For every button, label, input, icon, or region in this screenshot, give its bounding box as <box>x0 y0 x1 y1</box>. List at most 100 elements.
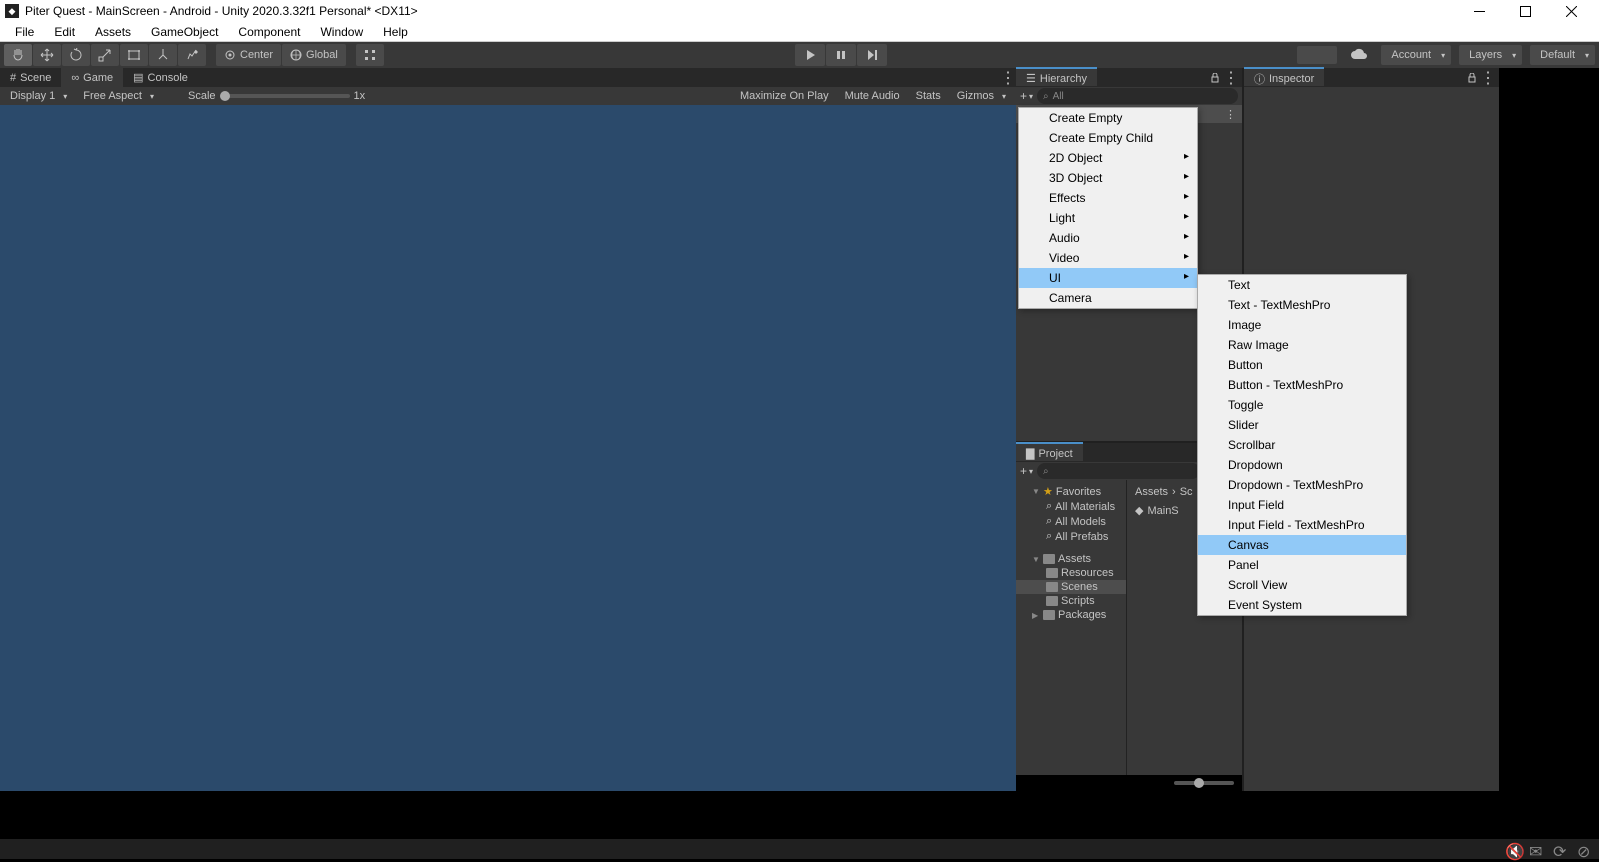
project-search-input[interactable]: ⌕ <box>1037 463 1200 479</box>
pause-button[interactable] <box>826 44 856 66</box>
ctx-item-event-system[interactable]: Event System <box>1198 595 1406 615</box>
ctx-item-2d-object[interactable]: 2D Object <box>1019 148 1197 168</box>
scene-menu-button[interactable]: ⋮ <box>1225 108 1236 121</box>
search-icon: ⌕ <box>1043 466 1049 477</box>
ctx-item-slider[interactable]: Slider <box>1198 415 1406 435</box>
ctx-item-scroll-view[interactable]: Scroll View <box>1198 575 1406 595</box>
scripts-item[interactable]: Scripts <box>1016 594 1126 608</box>
console-icon: ▤ <box>133 71 143 84</box>
menu-gameobject[interactable]: GameObject <box>141 23 228 41</box>
ctx-item-dropdown[interactable]: Dropdown <box>1198 455 1406 475</box>
ctx-item-create-empty[interactable]: Create Empty <box>1019 108 1197 128</box>
ctx-item-ui[interactable]: UI <box>1019 268 1197 288</box>
ctx-item-scrollbar[interactable]: Scrollbar <box>1198 435 1406 455</box>
pivot-center-button[interactable]: Center <box>216 44 281 66</box>
display-dropdown[interactable]: Display 1 <box>4 90 73 102</box>
resources-item[interactable]: Resources <box>1016 566 1126 580</box>
status-icon-3[interactable]: ⟳ <box>1553 842 1567 856</box>
folder-icon <box>1043 554 1055 564</box>
create-context-menu: Create EmptyCreate Empty Child2D Object3… <box>1018 107 1198 309</box>
menu-window[interactable]: Window <box>310 23 373 41</box>
hierarchy-tab[interactable]: ☰ Hierarchy <box>1016 67 1097 86</box>
menu-assets[interactable]: Assets <box>85 23 141 41</box>
hierarchy-add-button[interactable]: +▾ <box>1020 89 1033 103</box>
cloud-button[interactable] <box>1345 45 1373 65</box>
search-icon: ⌕ <box>1043 91 1049 102</box>
scenes-item[interactable]: Scenes <box>1016 580 1126 594</box>
ctx-item-panel[interactable]: Panel <box>1198 555 1406 575</box>
aspect-dropdown[interactable]: Free Aspect <box>77 90 160 102</box>
close-button[interactable] <box>1548 0 1594 22</box>
all-models-item[interactable]: ⌕All Models <box>1016 514 1126 529</box>
ctx-item-image[interactable]: Image <box>1198 315 1406 335</box>
step-button[interactable] <box>857 44 887 66</box>
ctx-item-canvas[interactable]: Canvas <box>1198 535 1406 555</box>
window-title: Piter Quest - MainScreen - Android - Uni… <box>25 4 1456 18</box>
scale-tool-button[interactable] <box>91 44 119 66</box>
menu-help[interactable]: Help <box>373 23 418 41</box>
transform-tool-button[interactable] <box>149 44 177 66</box>
menu-component[interactable]: Component <box>228 23 310 41</box>
panel-menu-button[interactable]: ⋮ <box>1481 71 1495 85</box>
mute-audio-toggle[interactable]: Mute Audio <box>839 90 906 102</box>
ctx-item-button[interactable]: Button <box>1198 355 1406 375</box>
status-icon-4[interactable]: ⊘ <box>1577 842 1591 856</box>
scale-slider[interactable] <box>220 94 350 98</box>
all-prefabs-item[interactable]: ⌕All Prefabs <box>1016 529 1126 544</box>
project-tab[interactable]: ▇ Project <box>1016 442 1083 461</box>
rotate-tool-button[interactable] <box>62 44 90 66</box>
project-add-button[interactable]: +▾ <box>1020 464 1033 478</box>
all-materials-item[interactable]: ⌕All Materials <box>1016 499 1126 514</box>
move-tool-button[interactable] <box>33 44 61 66</box>
stats-toggle[interactable]: Stats <box>910 90 947 102</box>
snap-button[interactable] <box>356 44 384 66</box>
status-icon-1[interactable]: 🔇 <box>1505 842 1519 856</box>
console-tab[interactable]: ▤ Console <box>123 68 198 87</box>
scene-tab[interactable]: # Scene <box>0 68 61 87</box>
ctx-item-audio[interactable]: Audio <box>1019 228 1197 248</box>
ctx-item-create-empty-child[interactable]: Create Empty Child <box>1019 128 1197 148</box>
status-icon-2[interactable]: ✉ <box>1529 842 1543 856</box>
layers-dropdown[interactable]: Layers <box>1459 45 1522 65</box>
favorites-item[interactable]: ▼★Favorites <box>1016 484 1126 499</box>
ctx-item-3d-object[interactable]: 3D Object <box>1019 168 1197 188</box>
ctx-item-text[interactable]: Text <box>1198 275 1406 295</box>
lock-icon[interactable] <box>1465 71 1479 85</box>
info-icon: ⓘ <box>1254 71 1265 87</box>
tab-context-menu-button[interactable]: ⋮ <box>1000 68 1016 87</box>
ctx-item-toggle[interactable]: Toggle <box>1198 395 1406 415</box>
menu-edit[interactable]: Edit <box>44 23 85 41</box>
scene-file-item[interactable]: MainS <box>1147 505 1178 517</box>
hierarchy-search-input[interactable]: ⌕ All <box>1037 88 1238 104</box>
project-zoom-slider[interactable] <box>1174 781 1234 785</box>
hand-tool-button[interactable] <box>4 44 32 66</box>
collab-button[interactable] <box>1297 46 1337 64</box>
maximize-on-play-toggle[interactable]: Maximize On Play <box>734 90 835 102</box>
custom-tool-button[interactable] <box>178 44 206 66</box>
menu-file[interactable]: File <box>5 23 44 41</box>
panel-menu-button[interactable]: ⋮ <box>1224 71 1238 85</box>
pivot-global-button[interactable]: Global <box>282 44 346 66</box>
ctx-item-dropdown-textmeshpro[interactable]: Dropdown - TextMeshPro <box>1198 475 1406 495</box>
ctx-item-input-field-textmeshpro[interactable]: Input Field - TextMeshPro <box>1198 515 1406 535</box>
ctx-item-video[interactable]: Video <box>1019 248 1197 268</box>
layout-dropdown[interactable]: Default <box>1530 45 1595 65</box>
ctx-item-button-textmeshpro[interactable]: Button - TextMeshPro <box>1198 375 1406 395</box>
gizmos-dropdown[interactable]: Gizmos <box>951 90 1012 102</box>
account-dropdown[interactable]: Account <box>1381 45 1451 65</box>
ctx-item-input-field[interactable]: Input Field <box>1198 495 1406 515</box>
ctx-item-light[interactable]: Light <box>1019 208 1197 228</box>
assets-item[interactable]: ▼Assets <box>1016 552 1126 566</box>
maximize-button[interactable] <box>1502 0 1548 22</box>
ctx-item-raw-image[interactable]: Raw Image <box>1198 335 1406 355</box>
ctx-item-camera[interactable]: Camera <box>1019 288 1197 308</box>
play-button[interactable] <box>795 44 825 66</box>
ctx-item-effects[interactable]: Effects <box>1019 188 1197 208</box>
minimize-button[interactable] <box>1456 0 1502 22</box>
packages-item[interactable]: ▶Packages <box>1016 608 1126 622</box>
game-tab[interactable]: ∞ Game <box>61 68 123 87</box>
inspector-tab[interactable]: ⓘ Inspector <box>1244 67 1324 86</box>
ctx-item-text-textmeshpro[interactable]: Text - TextMeshPro <box>1198 295 1406 315</box>
rect-tool-button[interactable] <box>120 44 148 66</box>
lock-icon[interactable] <box>1208 71 1222 85</box>
